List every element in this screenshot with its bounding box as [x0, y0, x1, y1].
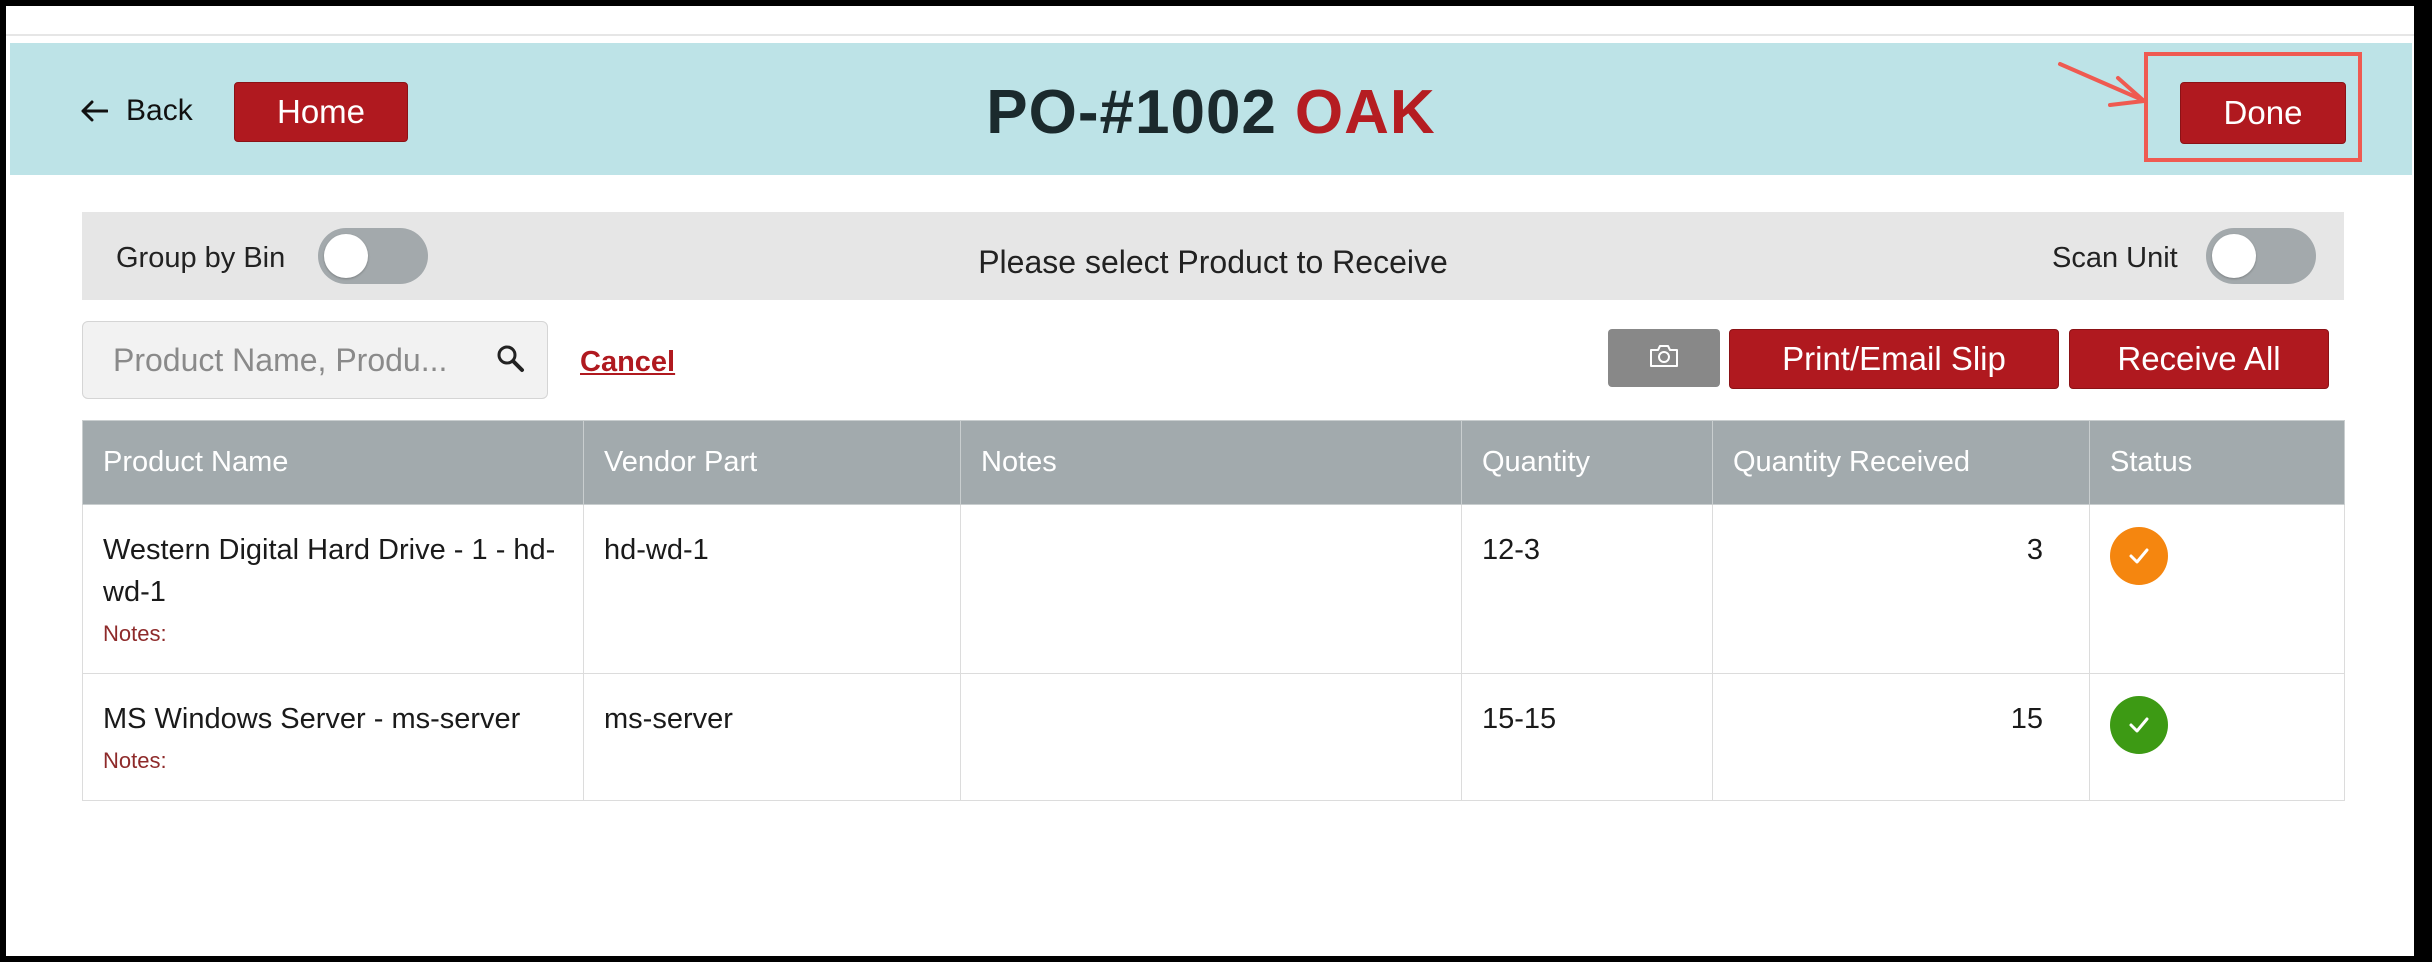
vendor-part-cell: ms-server — [583, 673, 961, 801]
column-header-status[interactable]: Status — [2089, 420, 2345, 505]
top-divider — [6, 34, 2414, 36]
page-header: Back Home PO-#1002 OAK Done — [10, 43, 2412, 175]
product-name: Western Digital Hard Drive - 1 - hd-wd-1 — [103, 534, 556, 608]
app-window: Back Home PO-#1002 OAK Done Group by Bin … — [6, 6, 2414, 956]
column-header-quantity[interactable]: Quantity — [1461, 420, 1713, 505]
quantity-cell: 12-3 — [1461, 504, 1713, 674]
table-row[interactable]: MS Windows Server - ms-server Notes: ms-… — [82, 673, 2345, 801]
receive-toolbar: Group by Bin Please select Product to Re… — [82, 212, 2344, 300]
notes-cell — [960, 504, 1462, 674]
product-name: MS Windows Server - ms-server — [103, 703, 521, 735]
scan-unit-label: Scan Unit — [2052, 242, 2178, 274]
status-cell — [2089, 504, 2345, 674]
notes-label: Notes: — [103, 748, 167, 773]
quantity-received-cell[interactable]: 3 — [1712, 504, 2090, 674]
vendor-part-cell: hd-wd-1 — [583, 504, 961, 674]
highlight-box — [2144, 52, 2362, 162]
receive-all-button[interactable]: Receive All — [2069, 329, 2329, 389]
column-header-quantity-received[interactable]: Quantity Received — [1712, 420, 2090, 505]
notes-cell — [960, 673, 1462, 801]
toggle-knob — [2212, 234, 2256, 278]
product-search-input[interactable]: Product Name, Produ... — [82, 321, 548, 399]
scan-unit-toggle[interactable] — [2206, 228, 2316, 284]
column-header-product-name[interactable]: Product Name — [82, 420, 584, 505]
product-name-cell: Western Digital Hard Drive - 1 - hd-wd-1… — [82, 504, 584, 674]
cancel-link[interactable]: Cancel — [580, 346, 675, 379]
pointer-arrow-icon — [2058, 62, 2146, 107]
table-row[interactable]: Western Digital Hard Drive - 1 - hd-wd-1… — [82, 504, 2345, 674]
quantity-received-cell[interactable]: 15 — [1712, 673, 2090, 801]
table-header-row: Product Name Vendor Part Notes Quantity … — [82, 420, 2345, 505]
status-partial-icon — [2110, 527, 2168, 585]
po-number: PO-#1002 — [986, 78, 1277, 147]
camera-button[interactable] — [1608, 329, 1720, 387]
notes-label: Notes: — [103, 621, 167, 646]
camera-icon — [1648, 344, 1680, 373]
quantity-cell: 15-15 — [1461, 673, 1713, 801]
products-table: Product Name Vendor Part Notes Quantity … — [82, 420, 2345, 801]
print-email-slip-button[interactable]: Print/Email Slip — [1729, 329, 2059, 389]
product-name-cell: MS Windows Server - ms-server Notes: — [82, 673, 584, 801]
status-complete-icon — [2110, 696, 2168, 754]
column-header-notes[interactable]: Notes — [960, 420, 1462, 505]
status-cell — [2089, 673, 2345, 801]
instruction-message: Please select Product to Receive — [978, 244, 1448, 280]
search-icon — [495, 343, 525, 378]
page-title: PO-#1002 OAK — [10, 77, 2412, 148]
column-header-vendor-part[interactable]: Vendor Part — [583, 420, 961, 505]
location-code: OAK — [1294, 78, 1436, 147]
search-placeholder: Product Name, Produ... — [113, 341, 448, 378]
